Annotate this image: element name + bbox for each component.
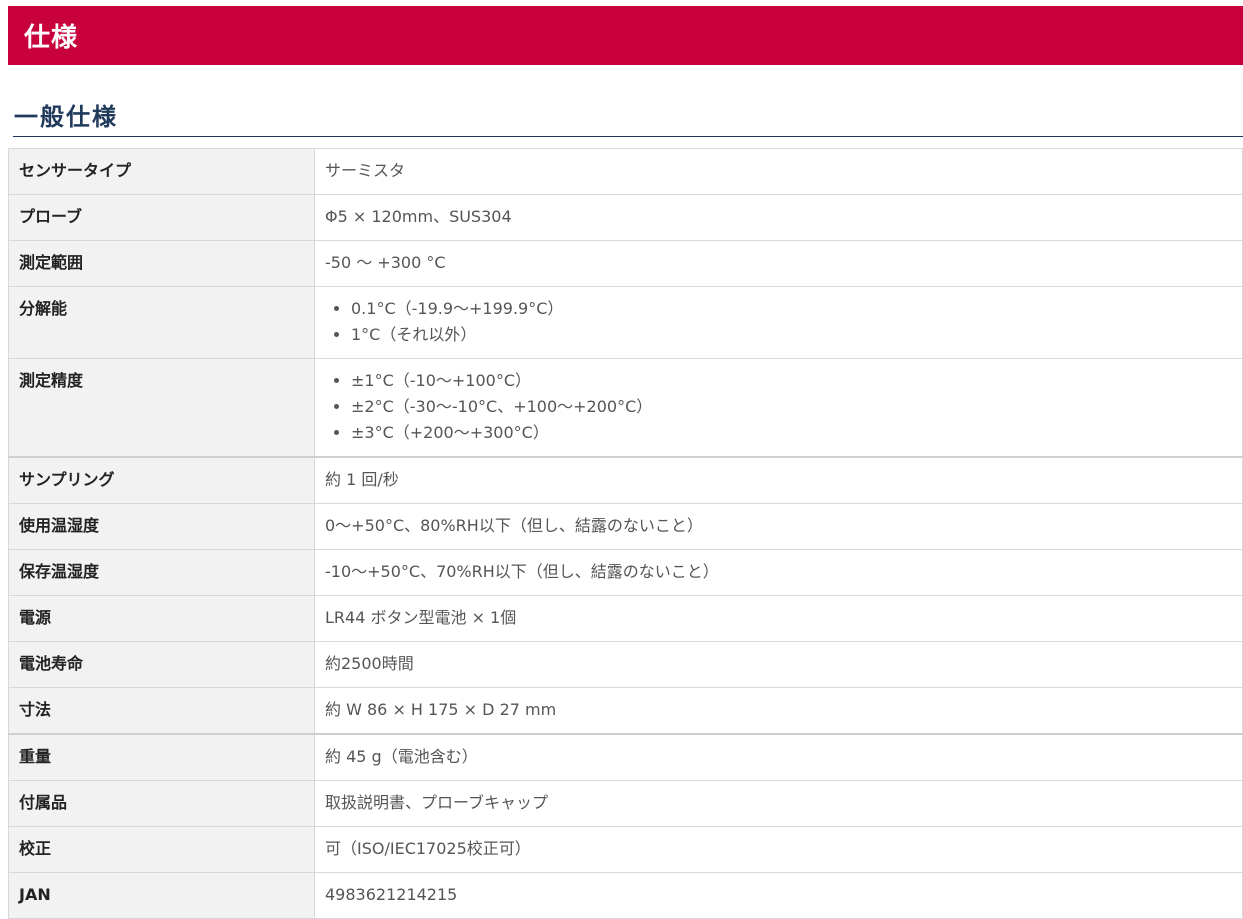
- spec-row-measurement-range: 測定範囲 -50 〜 +300 °C: [8, 240, 1243, 287]
- list-item: ±2°C（-30〜-10°C、+100〜+200°C）: [351, 394, 1232, 420]
- spec-value: -50 〜 +300 °C: [314, 240, 1243, 287]
- list-item: ±3°C（+200〜+300°C）: [351, 420, 1232, 446]
- spec-value: 約2500時間: [314, 641, 1243, 688]
- accuracy-list: ±1°C（-10〜+100°C） ±2°C（-30〜-10°C、+100〜+20…: [325, 368, 1232, 446]
- spec-label: 保存温湿度: [8, 549, 315, 596]
- spec-value: 可（ISO/IEC17025校正可）: [314, 826, 1243, 873]
- section-heading: 一般仕様: [13, 100, 1243, 137]
- spec-value: 0.1°C（-19.9〜+199.9°C） 1°C（それ以外）: [314, 286, 1243, 359]
- spec-row-sensor-type: センサータイプ サーミスタ: [8, 148, 1243, 195]
- spec-row-probe: プローブ Φ5 × 120mm、SUS304: [8, 194, 1243, 241]
- spec-row-accuracy: 測定精度 ±1°C（-10〜+100°C） ±2°C（-30〜-10°C、+10…: [8, 358, 1243, 458]
- spec-label: サンプリング: [8, 456, 315, 504]
- spec-label: プローブ: [8, 194, 315, 241]
- spec-table: センサータイプ サーミスタ プローブ Φ5 × 120mm、SUS304 測定範…: [8, 148, 1243, 919]
- spec-label: センサータイプ: [8, 148, 315, 195]
- list-item: 1°C（それ以外）: [351, 322, 1232, 348]
- spec-value: 約 45 g（電池含む）: [314, 733, 1243, 781]
- spec-label: JAN: [8, 872, 315, 919]
- list-item: ±1°C（-10〜+100°C）: [351, 368, 1232, 394]
- spec-label: 重量: [8, 733, 315, 781]
- spec-label: 測定精度: [8, 358, 315, 458]
- spec-row-power: 電源 LR44 ボタン型電池 × 1個: [8, 595, 1243, 642]
- spec-label: 校正: [8, 826, 315, 873]
- spec-value: -10〜+50°C、70%RH以下（但し、結露のないこと）: [314, 549, 1243, 596]
- spec-row-dimensions: 寸法 約 W 86 × H 175 × D 27 mm: [8, 687, 1243, 735]
- spec-value: サーミスタ: [314, 148, 1243, 195]
- spec-row-accessories: 付属品 取扱説明書、プローブキャップ: [8, 780, 1243, 827]
- page-title-banner: 仕様: [8, 6, 1243, 65]
- spec-label: 測定範囲: [8, 240, 315, 287]
- spec-row-resolution: 分解能 0.1°C（-19.9〜+199.9°C） 1°C（それ以外）: [8, 286, 1243, 359]
- spec-value: 4983621214215: [314, 872, 1243, 919]
- spec-label: 付属品: [8, 780, 315, 827]
- list-item: 0.1°C（-19.9〜+199.9°C）: [351, 296, 1232, 322]
- spec-value: LR44 ボタン型電池 × 1個: [314, 595, 1243, 642]
- spec-label: 使用温湿度: [8, 503, 315, 550]
- spec-label: 電池寿命: [8, 641, 315, 688]
- spec-row-battery-life: 電池寿命 約2500時間: [8, 641, 1243, 688]
- spec-row-operating-conditions: 使用温湿度 0〜+50°C、80%RH以下（但し、結露のないこと）: [8, 503, 1243, 550]
- spec-value: 約 1 回/秒: [314, 456, 1243, 504]
- spec-value: ±1°C（-10〜+100°C） ±2°C（-30〜-10°C、+100〜+20…: [314, 358, 1243, 458]
- spec-label: 寸法: [8, 687, 315, 735]
- spec-row-calibration: 校正 可（ISO/IEC17025校正可）: [8, 826, 1243, 873]
- section-title: 一般仕様: [14, 103, 118, 131]
- spec-value: 0〜+50°C、80%RH以下（但し、結露のないこと）: [314, 503, 1243, 550]
- spec-value: 約 W 86 × H 175 × D 27 mm: [314, 687, 1243, 735]
- resolution-list: 0.1°C（-19.9〜+199.9°C） 1°C（それ以外）: [325, 296, 1232, 348]
- spec-value: 取扱説明書、プローブキャップ: [314, 780, 1243, 827]
- spec-value: Φ5 × 120mm、SUS304: [314, 194, 1243, 241]
- spec-row-sampling: サンプリング 約 1 回/秒: [8, 456, 1243, 504]
- spec-row-jan: JAN 4983621214215: [8, 872, 1243, 919]
- page-title: 仕様: [24, 23, 79, 53]
- spec-label: 分解能: [8, 286, 315, 359]
- spec-row-weight: 重量 約 45 g（電池含む）: [8, 733, 1243, 781]
- spec-label: 電源: [8, 595, 315, 642]
- spec-row-storage-conditions: 保存温湿度 -10〜+50°C、70%RH以下（但し、結露のないこと）: [8, 549, 1243, 596]
